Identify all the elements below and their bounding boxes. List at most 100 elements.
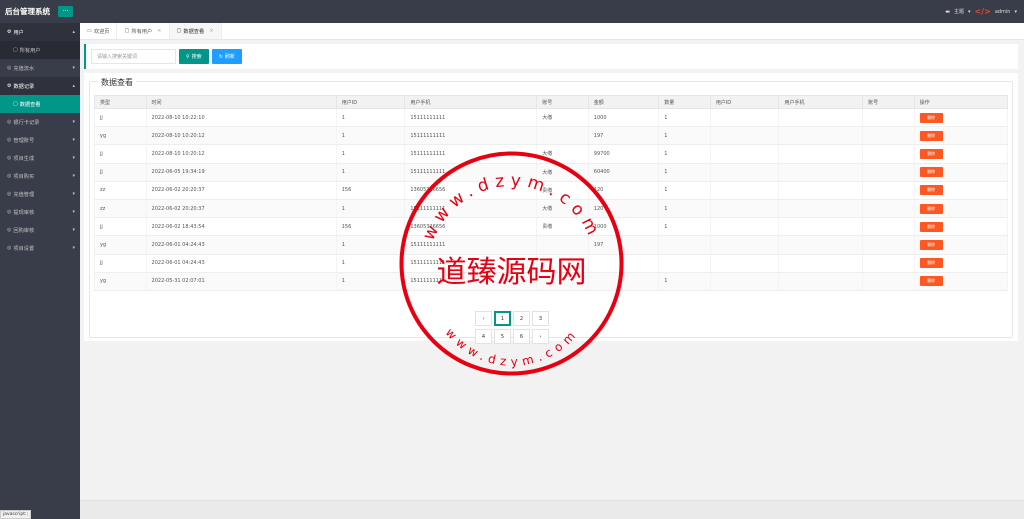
table-cell [536, 126, 589, 146]
chevron-down-icon: ▾ [72, 119, 75, 125]
panel-title: 数据查看 [98, 77, 136, 88]
sidebar-subitem[interactable]: ▢ 数据查看 [0, 95, 80, 113]
sidebar-item[interactable]: ◎ 项目购买 ▾ [0, 167, 80, 185]
table-cell: 13605326656 [404, 217, 538, 237]
table-cell: 1 [335, 162, 406, 182]
sidebar-item[interactable]: ◎ 提现审核 ▾ [0, 203, 80, 221]
table-cell [778, 198, 864, 219]
table-cell [778, 126, 864, 146]
table-cell: 1 [335, 107, 406, 128]
table-row: zz 2022-06-02 20:20:37 156 13605326656 贵缴 120… [94, 180, 1009, 200]
page-button[interactable]: 6 [513, 329, 530, 344]
sidebar-item[interactable]: ⚙ 用户 ▴ [0, 23, 80, 41]
page-button[interactable]: › [532, 329, 549, 344]
table-header-cell: 用户ID [709, 95, 780, 109]
table-action-cell: 删除 [913, 162, 1009, 182]
sidebar-item[interactable]: ◎ 回购审核 ▾ [0, 221, 80, 239]
delete-button[interactable]: 删除 [919, 203, 943, 214]
table-cell [862, 253, 915, 273]
table-action-cell: 删除 [913, 271, 1009, 291]
delete-button[interactable]: 删除 [919, 148, 943, 159]
tab-1[interactable]: ▢ 所有用户 × [117, 23, 170, 39]
page-button[interactable]: 5 [494, 329, 511, 344]
sidebar-item[interactable]: ◎ 项目设置 ▾ [0, 239, 80, 257]
table-cell: 大缴 [536, 107, 589, 128]
table-cell: 1 [335, 144, 406, 164]
page-button[interactable]: 4 [475, 329, 492, 344]
table-cell: 15111111111 [404, 235, 538, 255]
chevron-down-icon: ▾ [1014, 8, 1017, 15]
delete-button[interactable]: 删除 [919, 276, 943, 287]
data-fieldset: 数据查看 类型 时间 用户ID 用户手机 账号 金额 数量 用户ID 用户手机 账号 操作 jj 20… [89, 77, 1013, 338]
page-button[interactable]: ‹ [475, 311, 492, 326]
circle-icon: ◎ [7, 173, 12, 179]
refresh-button[interactable]: ↻ 刷新 [211, 49, 242, 64]
tab-bar: ▭ 欢迎页 ▢ 所有用户 × ▢ 数据查看 × [80, 23, 1024, 40]
close-icon[interactable]: × [157, 28, 161, 34]
table-row: yg 2022-06-01 04:24:43 1 15111111111 197 删除 [94, 235, 1009, 255]
delete-button[interactable]: 删除 [919, 112, 943, 123]
table-cell: 1000 [587, 107, 660, 128]
table-cell: 2022-08-10 10:22:10 [145, 107, 337, 128]
footer-bar [80, 500, 1024, 519]
table-cell: 1 [335, 271, 406, 291]
top-right-area: ▬ 主题 ▾ </> admin ▾ [945, 7, 1024, 16]
delete-button[interactable]: 删除 [919, 185, 943, 196]
table-cell [658, 235, 711, 255]
delete-button[interactable]: 删除 [919, 130, 943, 141]
menu-toggle-button[interactable]: ··· [58, 6, 73, 17]
table-header-cell: 金额 [587, 95, 660, 109]
table-cell [709, 198, 780, 219]
chevron-down-icon: ▾ [72, 137, 75, 143]
table-cell: 60400 [587, 162, 660, 182]
delete-button[interactable]: 删除 [919, 167, 943, 178]
sidebar-item[interactable]: ◎ 充值流水 ▾ [0, 59, 80, 77]
sidebar-item[interactable]: ◎ 项目生成 ▾ [0, 149, 80, 167]
page-button[interactable]: 1 [494, 311, 511, 326]
tab-2[interactable]: ▢ 数据查看 × [169, 23, 222, 39]
sidebar-item[interactable]: ◎ 管理账号 ▾ [0, 131, 80, 149]
sidebar-item[interactable]: ⚙ 数据记录 ▴ [0, 77, 80, 95]
table-row: zz 2022-06-02 20:20:37 1 15111111111 大缴 120 1 删… [94, 198, 1009, 219]
table-cell: 大缴 [536, 144, 589, 164]
sidebar-item[interactable]: ◎ 充值管理 ▾ [0, 185, 80, 203]
table-cell [536, 271, 589, 291]
table-action-cell: 删除 [913, 126, 1009, 146]
table-cell: 1 [658, 271, 711, 291]
page-button[interactable]: 2 [513, 311, 530, 326]
gear-icon: ⚙ [7, 29, 12, 35]
sidebar-item[interactable]: ◎ 银行卡记录 ▾ [0, 113, 80, 131]
table-cell: 156 [335, 217, 406, 237]
table-cell [778, 162, 864, 182]
chevron-down-icon: ▾ [72, 245, 75, 251]
tab-0[interactable]: ▭ 欢迎页 [80, 23, 118, 39]
delete-button[interactable]: 删除 [919, 258, 943, 269]
delete-button[interactable]: 删除 [919, 221, 943, 232]
sidebar-subitem[interactable]: ▢ 所有用户 [0, 41, 80, 59]
chevron-down-icon: ▾ [72, 209, 75, 215]
pagination-row: 4 5 6 › [475, 329, 550, 344]
chevron-down-icon: ▾ [72, 155, 75, 161]
table-cell [658, 253, 711, 273]
pagination-row: ‹ 1 2 3 [475, 311, 550, 326]
theme-icon: ▬ [945, 8, 950, 15]
table-cell: 大缴 [536, 162, 589, 182]
page-icon: ▢ [124, 28, 130, 34]
table-cell [709, 217, 780, 237]
search-button[interactable]: ⚲ 搜索 [179, 49, 209, 64]
search-bar: 请输入搜索关键词 ⚲ 搜索 ↻ 刷新 [84, 44, 1018, 69]
search-input[interactable]: 请输入搜索关键词 [91, 49, 176, 64]
table-cell: 贵缴 [536, 180, 589, 200]
theme-menu[interactable]: 主题 [954, 8, 964, 15]
table-row: jj 2022-08-10 10:22:10 1 15111111111 大缴 1000 1… [94, 107, 1009, 128]
user-menu[interactable]: admin [995, 9, 1011, 15]
chevron-down-icon: ▾ [72, 65, 75, 71]
table-cell: yg [94, 235, 147, 255]
page-button[interactable]: 3 [532, 311, 549, 326]
delete-button[interactable]: 删除 [919, 239, 943, 250]
table-cell: 197 [587, 235, 660, 255]
table-row: yg 2022-08-10 10:20:12 1 15111111111 197 1 删除 [94, 126, 1009, 146]
search-button-label: 搜索 [191, 54, 202, 60]
table-cell: 99700 [587, 144, 660, 164]
close-icon[interactable]: × [209, 28, 213, 34]
